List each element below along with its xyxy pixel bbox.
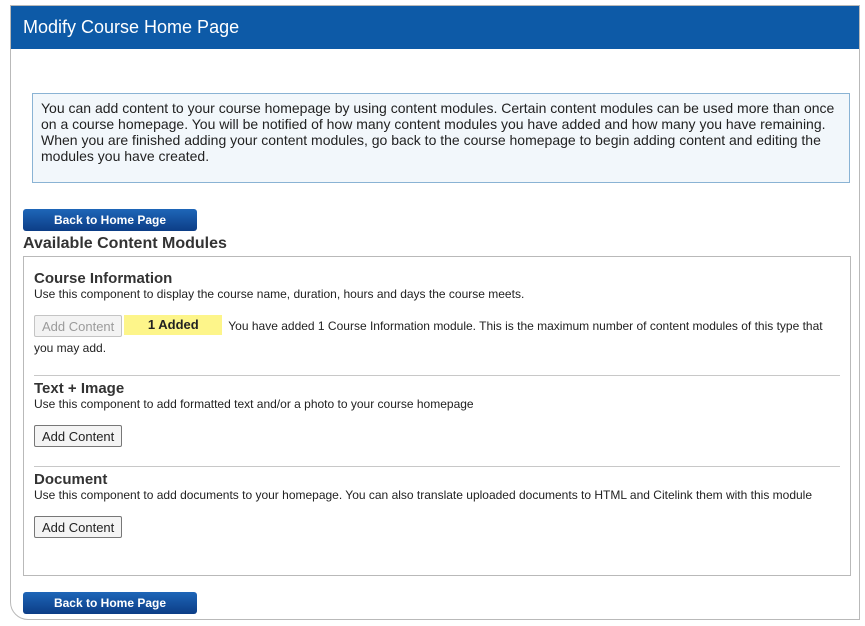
modules-panel: Course Information Use this component to… xyxy=(23,256,851,576)
module-title: Course Information xyxy=(34,270,173,287)
add-content-button-course-information[interactable]: Add Content xyxy=(34,315,123,337)
back-to-home-button-bottom[interactable]: Back to Home Page xyxy=(23,592,197,614)
module-text-image: Text + Image Use this component to add f… xyxy=(34,381,840,447)
module-title: Text + Image xyxy=(34,380,125,397)
page-frame: Modify Course Home Page You can add cont… xyxy=(10,5,860,620)
added-count-badge: 1 Added xyxy=(124,315,223,335)
add-content-button-document[interactable]: Add Content xyxy=(34,516,123,538)
add-content-button-text-image[interactable]: Add Content xyxy=(34,425,123,447)
intro-info-box: You can add content to your course homep… xyxy=(32,93,850,183)
module-description: Use this component to add formatted text… xyxy=(34,397,474,411)
module-status-row: Add Content 1 Added You have added 1 Cours… xyxy=(34,315,840,359)
page-title: Modify Course Home Page xyxy=(11,6,859,49)
module-divider xyxy=(34,466,840,467)
module-course-information: Course Information Use this component to… xyxy=(34,271,840,359)
module-description: Use this component to add documents to y… xyxy=(34,488,813,502)
section-heading: Available Content Modules xyxy=(23,235,227,252)
module-title: Document xyxy=(34,471,108,488)
module-document: Document Use this component to add docum… xyxy=(34,472,840,538)
module-description: Use this component to display the course… xyxy=(34,287,525,301)
back-to-home-button-top[interactable]: Back to Home Page xyxy=(23,209,197,231)
module-divider xyxy=(34,375,840,376)
